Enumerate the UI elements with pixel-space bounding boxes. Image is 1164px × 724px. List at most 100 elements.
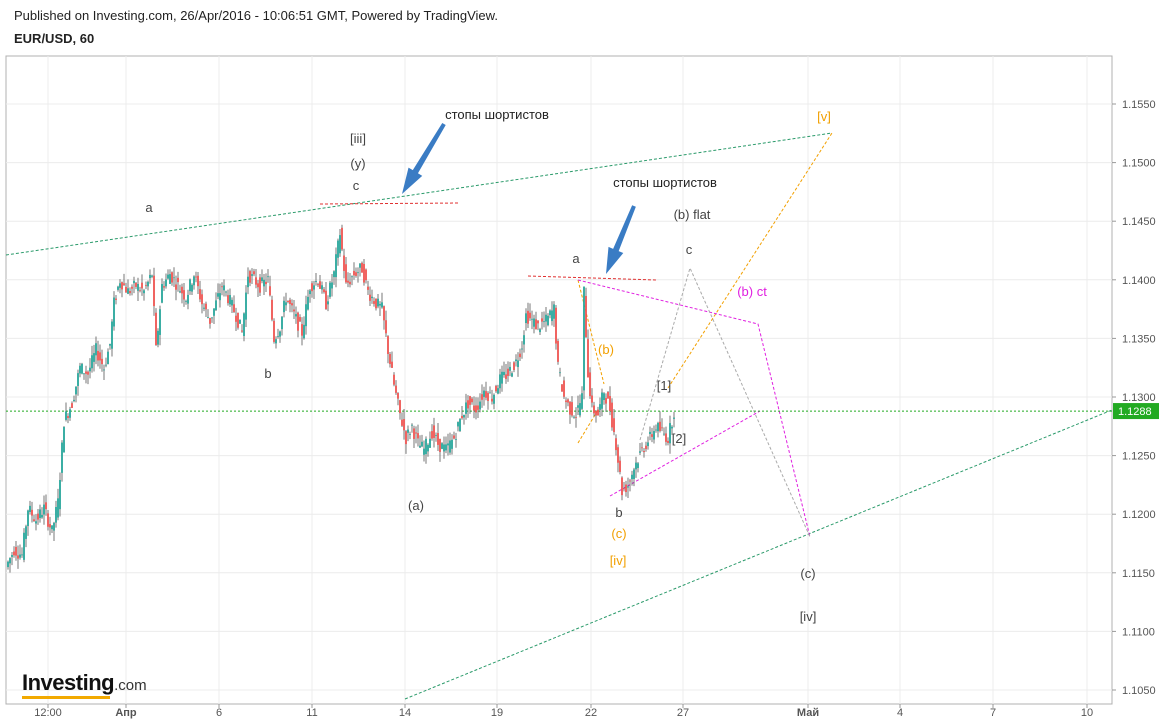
candle-bear bbox=[569, 401, 571, 415]
candle-bear bbox=[15, 546, 17, 556]
candle-bull bbox=[329, 282, 331, 297]
candle-bear bbox=[399, 400, 401, 414]
plot-area bbox=[5, 55, 1113, 705]
candle-bull bbox=[553, 304, 555, 319]
candle-bear bbox=[611, 402, 613, 428]
candle-bear bbox=[481, 394, 483, 400]
candle-bear bbox=[209, 317, 211, 324]
candle-bull bbox=[441, 443, 443, 449]
candle-bull bbox=[113, 297, 115, 327]
candle-bull bbox=[377, 298, 379, 307]
candle-bear bbox=[291, 303, 293, 306]
candle-bear bbox=[587, 339, 589, 378]
candle-bull bbox=[457, 422, 459, 427]
candle-bull bbox=[19, 554, 21, 558]
candle-bear bbox=[519, 353, 521, 358]
candle-bear bbox=[613, 418, 615, 433]
candle-bear bbox=[595, 410, 597, 416]
candle-bear bbox=[617, 447, 619, 463]
ytick-label: 1.1500 bbox=[1122, 158, 1156, 170]
candle-bull bbox=[81, 363, 83, 374]
candle-bull bbox=[327, 301, 329, 305]
candle-bull bbox=[179, 291, 181, 293]
candle-bull bbox=[639, 451, 641, 453]
xtick-label: 4 bbox=[897, 707, 903, 719]
candle-bull bbox=[631, 474, 633, 480]
candle-bear bbox=[67, 416, 69, 418]
candle-bear bbox=[615, 438, 617, 451]
candle-bear bbox=[415, 432, 417, 434]
last-price-label: 1.1288 bbox=[1118, 406, 1152, 418]
candle-bull bbox=[551, 310, 553, 322]
candle-bear bbox=[561, 384, 563, 392]
wave-label-c-final: (c) bbox=[800, 566, 815, 581]
candle-bull bbox=[531, 318, 533, 320]
candle-bear bbox=[609, 396, 611, 412]
candle-bear bbox=[175, 284, 177, 290]
wave-label-b-bottom: b bbox=[615, 505, 622, 520]
candle-bull bbox=[207, 317, 209, 318]
candle-bull bbox=[109, 344, 111, 346]
candle-bull bbox=[421, 441, 423, 447]
candle-bull bbox=[213, 308, 215, 316]
candle-bull bbox=[305, 304, 307, 327]
candle-bear bbox=[485, 391, 487, 398]
candle-bull bbox=[357, 272, 359, 274]
candle-bear bbox=[623, 488, 625, 490]
candle-bull bbox=[501, 371, 503, 384]
candle-bull bbox=[251, 274, 253, 276]
investing-logo: Investing.com bbox=[22, 670, 147, 699]
candle-bear bbox=[361, 262, 363, 273]
wave-label-iv-final: [iv] bbox=[800, 609, 817, 624]
candle-bull bbox=[539, 329, 541, 333]
candle-bull bbox=[161, 284, 163, 303]
candle-bull bbox=[517, 360, 519, 368]
candle-bull bbox=[603, 393, 605, 401]
candle-bear bbox=[123, 283, 125, 285]
candle-bear bbox=[235, 315, 237, 322]
ytick-label: 1.1050 bbox=[1122, 685, 1156, 697]
candle-bear bbox=[31, 509, 33, 516]
candle-bear bbox=[177, 277, 179, 283]
wave-label-b-flat: (b) flat bbox=[674, 207, 711, 222]
candle-bull bbox=[313, 285, 315, 290]
candle-bull bbox=[7, 561, 9, 568]
candle-bear bbox=[389, 354, 391, 364]
candle-bear bbox=[163, 286, 165, 288]
candle-bull bbox=[127, 288, 129, 294]
candle-bull bbox=[633, 469, 635, 480]
candle-bear bbox=[293, 309, 295, 312]
candle-bear bbox=[125, 286, 127, 293]
candle-bull bbox=[219, 293, 221, 301]
candle-bull bbox=[55, 507, 57, 523]
candle-bull bbox=[653, 431, 655, 440]
candle-bull bbox=[523, 335, 525, 345]
candle-bear bbox=[585, 295, 587, 338]
candle-bear bbox=[473, 405, 475, 411]
candle-bear bbox=[355, 272, 357, 276]
candle-bear bbox=[565, 400, 567, 403]
candle-bull bbox=[579, 403, 581, 416]
price-chart[interactable]: 1.1050 1.1100 1.1150 1.1200 1.1250 1.1300 1.13… bbox=[0, 0, 1164, 724]
candle-bear bbox=[387, 336, 389, 355]
candle-bear bbox=[241, 330, 243, 332]
candle-bull bbox=[371, 296, 373, 299]
candle-bull bbox=[89, 367, 91, 372]
candle-bear bbox=[237, 312, 239, 328]
logo-domain: .com bbox=[114, 677, 147, 694]
candle-bull bbox=[231, 299, 233, 306]
candle-bull bbox=[281, 316, 283, 330]
candle-bull bbox=[303, 324, 305, 339]
stops-label-2: стопы шортистов bbox=[613, 175, 717, 190]
stops-label-1: стопы шортистов bbox=[445, 107, 549, 122]
candle-bull bbox=[411, 424, 413, 426]
candle-bear bbox=[417, 433, 419, 439]
candle-bear bbox=[201, 294, 203, 305]
wave-label-y: (y) bbox=[350, 156, 365, 171]
ytick-label: 1.1350 bbox=[1122, 333, 1156, 345]
candle-bull bbox=[381, 302, 383, 308]
candle-bull bbox=[443, 444, 445, 452]
candle-bear bbox=[475, 405, 477, 413]
candle-bull bbox=[159, 309, 161, 335]
candle-bear bbox=[477, 405, 479, 410]
